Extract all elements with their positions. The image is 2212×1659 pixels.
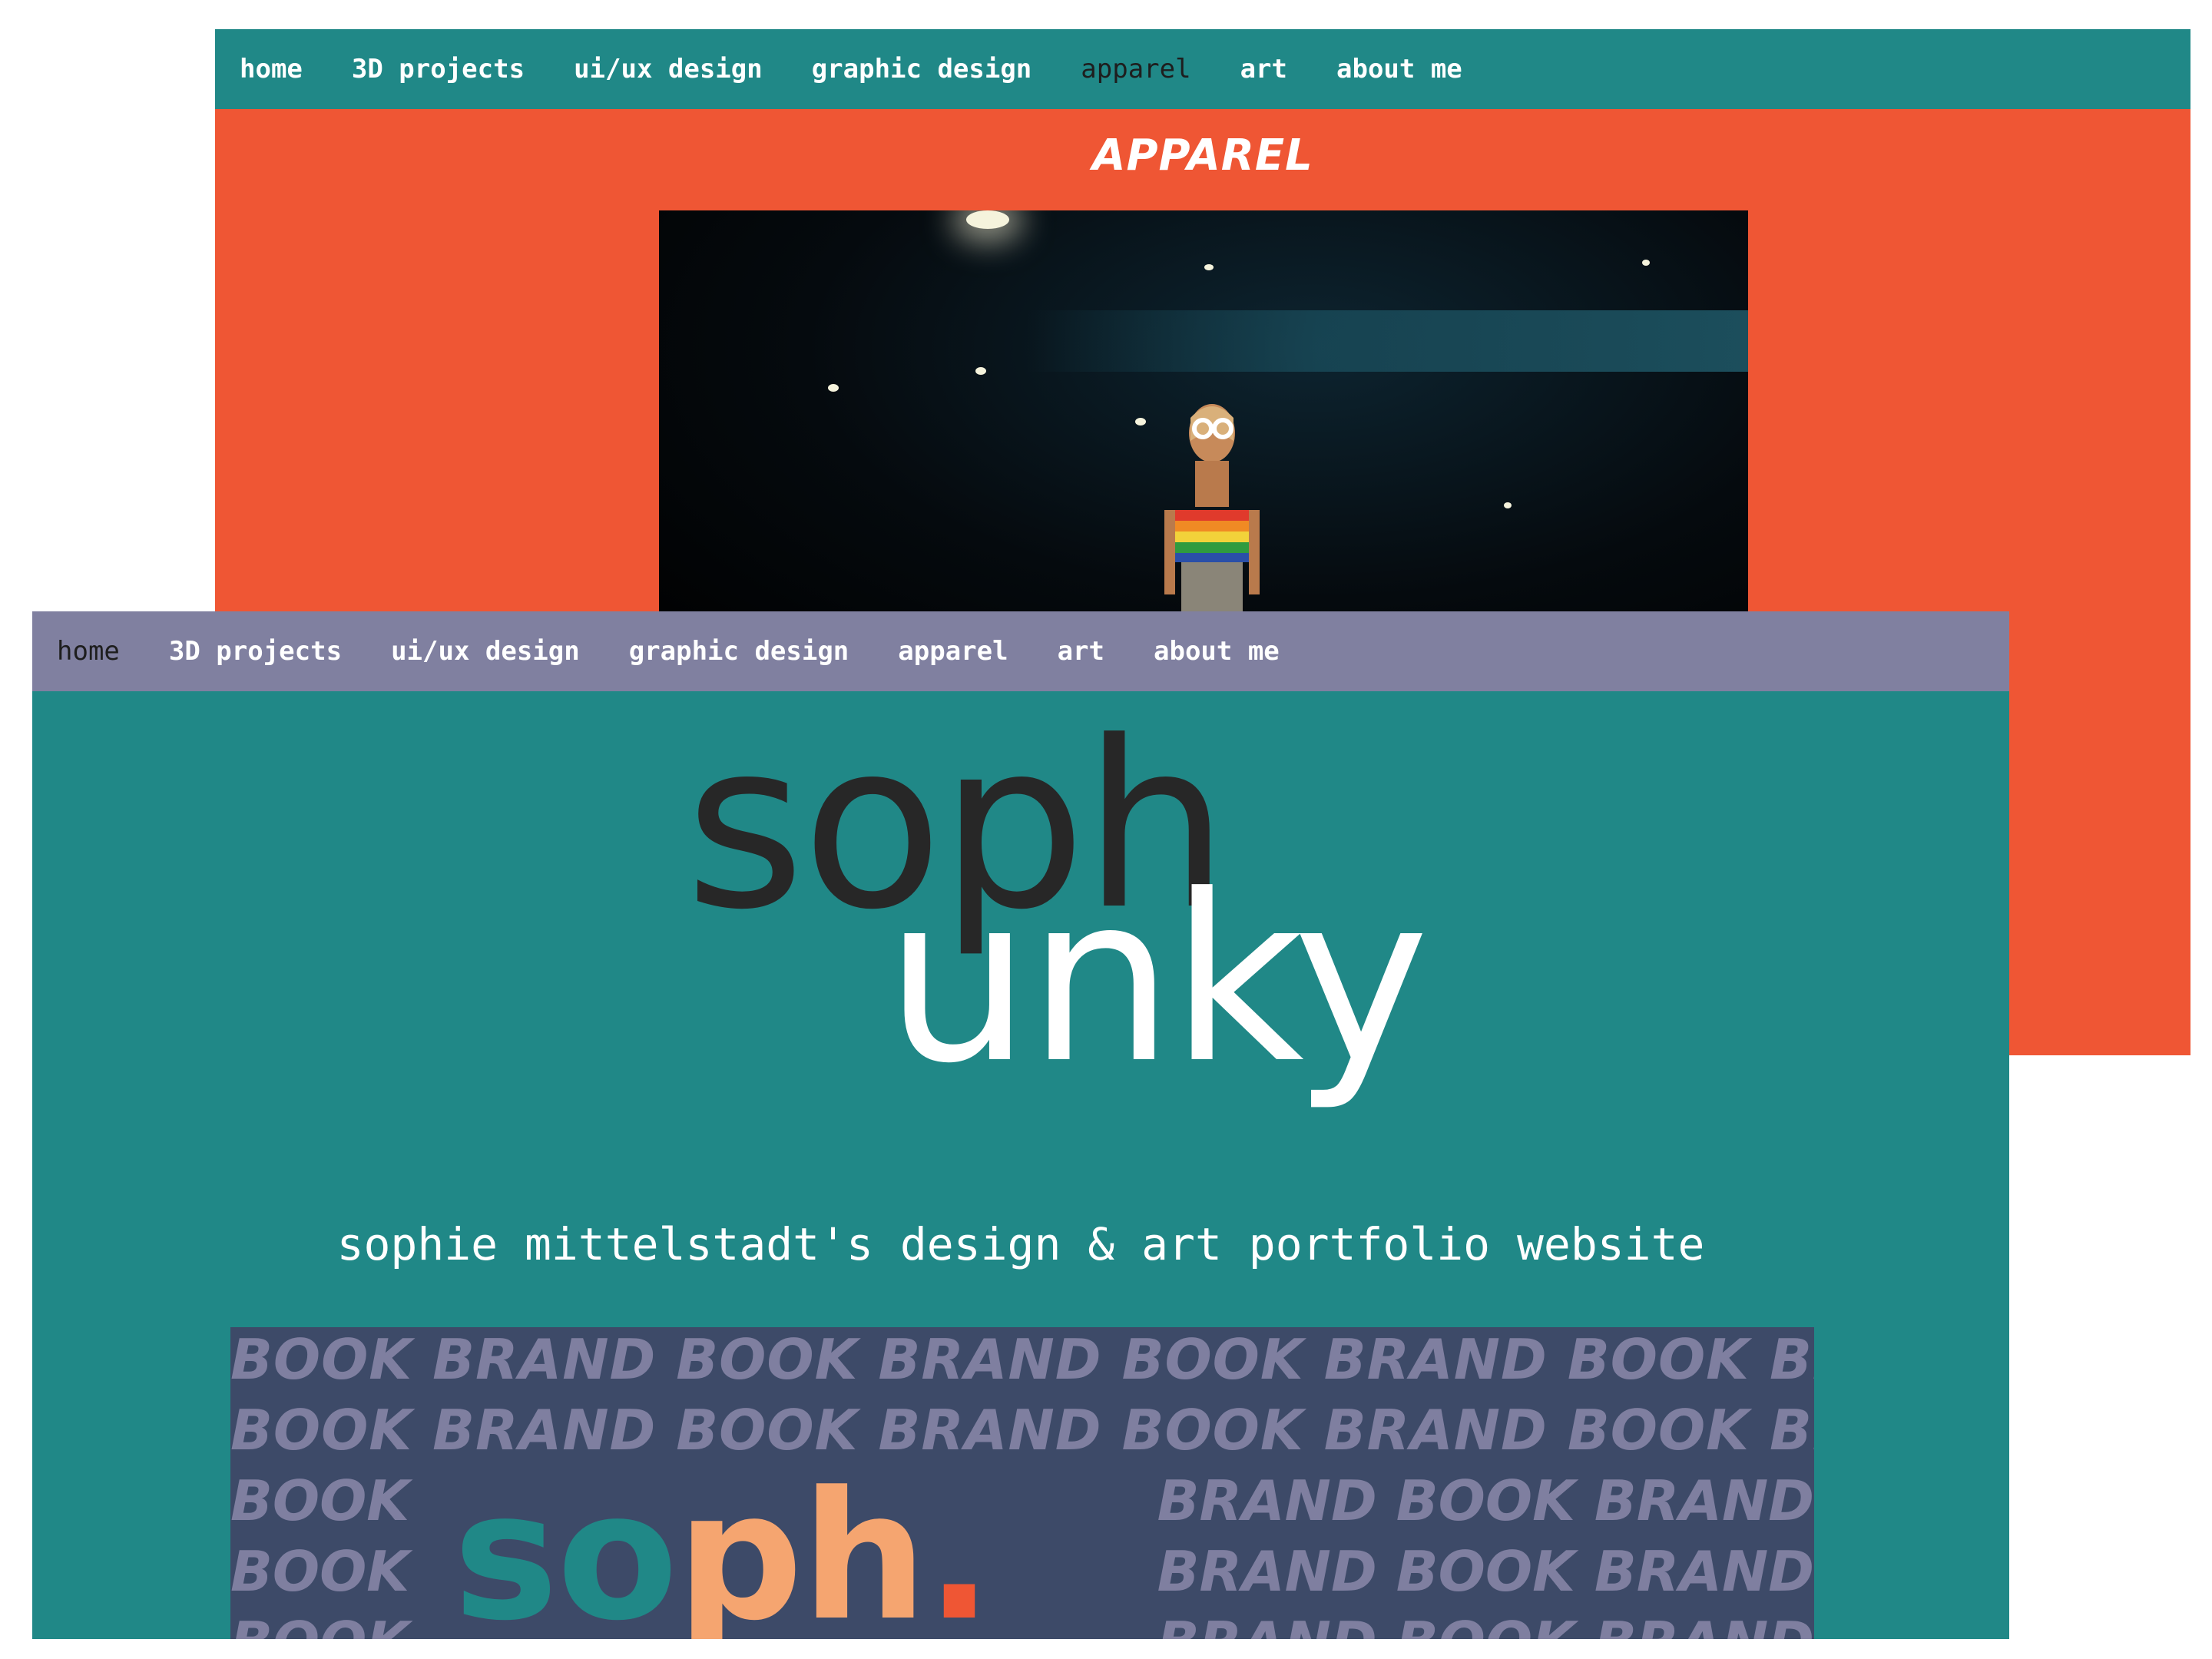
- photo-light: [828, 384, 839, 392]
- home-nav-bar: home 3D projects ui/ux design graphic de…: [32, 611, 2009, 691]
- brand-book-thumbnail[interactable]: BOOK BRAND BOOK BRAND BOOK BRAND BOOK BR…: [230, 1327, 1814, 1639]
- photo-light: [1642, 260, 1650, 266]
- home-page-window: home 3D projects ui/ux design graphic de…: [32, 611, 2009, 1639]
- nav-about-me[interactable]: about me: [1154, 636, 1280, 667]
- page-title: APPAREL: [1092, 131, 1313, 180]
- brand-logo-letter-p: p: [676, 1455, 803, 1640]
- brand-logo-dot: .: [926, 1455, 992, 1640]
- apparel-nav-bar: home 3D projects ui/ux design graphic de…: [215, 29, 2190, 109]
- photo-ceiling-band: [1028, 310, 1748, 372]
- nav-art[interactable]: art: [1058, 636, 1104, 667]
- brand-book-pattern-right: BRAND BOOK BRAND: [1157, 1614, 1814, 1639]
- photo-light: [1504, 502, 1512, 508]
- photo-light: [975, 367, 986, 375]
- nav-apparel[interactable]: apparel: [1081, 54, 1190, 84]
- brand-book-pattern-right: BRAND BOOK BRAND: [1157, 1469, 1814, 1533]
- nav-home[interactable]: home: [57, 636, 120, 667]
- brand-book-pattern-row: BOOK BRAND BOOK BRAND BOOK BRAND BOOK BR…: [230, 1398, 1814, 1462]
- photo-light: [1135, 418, 1146, 426]
- brand-book-pattern-right: BRAND BOOK BRAND: [1157, 1539, 1814, 1604]
- brand-book-pattern-left: BOOK: [230, 1469, 410, 1533]
- photo-spotlight: [966, 210, 1009, 229]
- brand-book-pattern-row: BOOK BRAND BOOK BRAND BOOK BRAND BOOK BR…: [230, 1327, 1814, 1392]
- nav-3d-projects[interactable]: 3D projects: [169, 636, 342, 667]
- nav-apparel[interactable]: apparel: [898, 636, 1008, 667]
- nav-3d-projects[interactable]: 3D projects: [352, 54, 525, 84]
- brand-book-pattern-left: BOOK: [230, 1539, 410, 1604]
- runway-photo: [659, 210, 1748, 671]
- nav-ui-ux-design[interactable]: ui/ux design: [391, 636, 580, 667]
- site-tagline: sophie mittelstadt's design & art portfo…: [336, 1218, 1705, 1270]
- nav-graphic-design[interactable]: graphic design: [629, 636, 849, 667]
- nav-art[interactable]: art: [1240, 54, 1287, 84]
- logo-unky-text: unky: [885, 846, 1429, 1114]
- nav-graphic-design[interactable]: graphic design: [812, 54, 1032, 84]
- brand-book-logo: soph.: [453, 1469, 993, 1640]
- nav-about-me[interactable]: about me: [1336, 54, 1462, 84]
- brand-book-pattern-left: BOOK: [230, 1614, 409, 1639]
- photo-light: [1204, 264, 1214, 270]
- brand-logo-letter-h: h: [801, 1455, 928, 1640]
- brand-logo-letter-s: s: [453, 1455, 558, 1640]
- nav-ui-ux-design[interactable]: ui/ux design: [574, 54, 763, 84]
- brand-logo-letter-o: o: [556, 1455, 678, 1640]
- nav-home[interactable]: home: [240, 54, 303, 84]
